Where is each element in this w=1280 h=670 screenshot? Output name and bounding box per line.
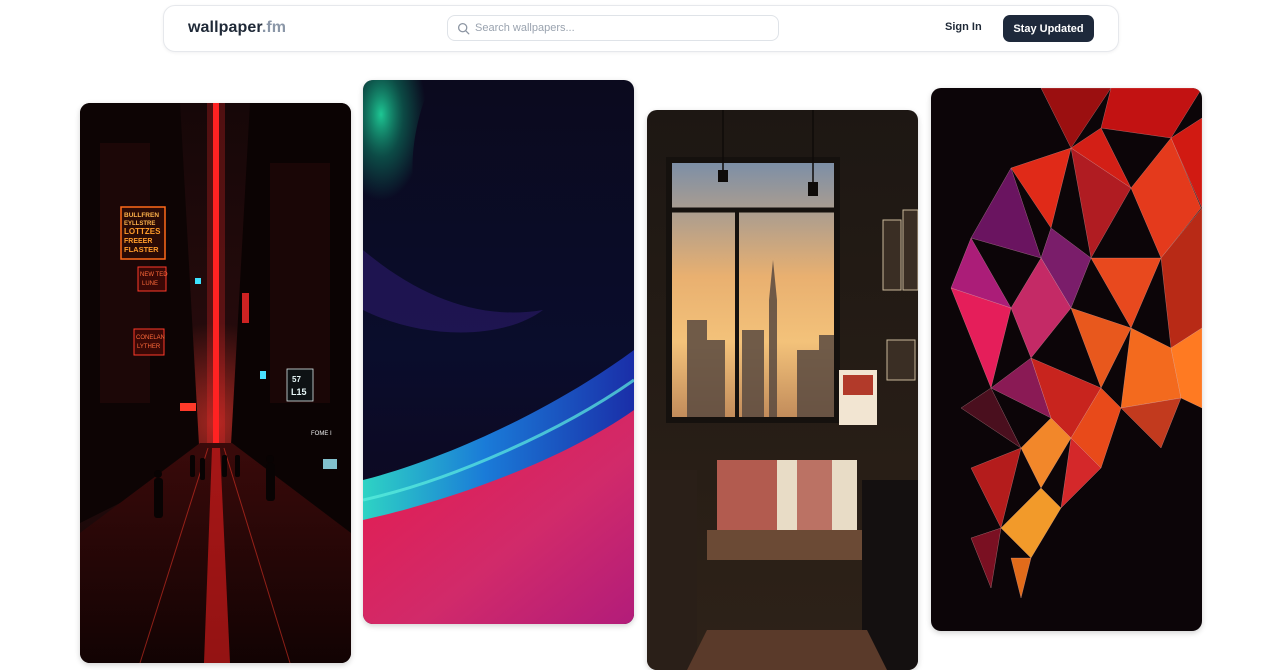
neon-sign-text: LYTHER — [137, 344, 161, 350]
search-placeholder: Search wallpapers... — [475, 22, 575, 34]
neon-sign-text: BULLFREN — [124, 212, 159, 219]
wallpaper-image-low-poly — [931, 88, 1202, 631]
wallpaper-card-aurora[interactable] — [363, 80, 634, 624]
wallpaper-card-city-loft[interactable] — [647, 110, 918, 670]
wallpaper-card-low-poly[interactable] — [931, 88, 1202, 631]
stay-updated-button[interactable]: Stay Updated — [1003, 15, 1094, 42]
wallpaper-image-city-loft — [647, 110, 918, 670]
neon-sign-text: FLASTER — [124, 245, 159, 254]
neon-sign-text: 57 — [292, 375, 301, 384]
brand-logo[interactable]: wallpaper.fm — [188, 19, 286, 37]
neon-sign-text: FOME I — [311, 431, 332, 437]
brand-suffix: .fm — [261, 19, 287, 36]
neon-sign-text: CONELAN — [136, 335, 165, 341]
neon-sign-text: NEW TED — [140, 272, 168, 278]
neon-sign-text: LUNE — [142, 281, 158, 287]
search-input[interactable]: Search wallpapers... — [447, 15, 779, 41]
brand-name: wallpaper — [188, 19, 262, 36]
wallpaper-image-cyberpunk: BULLFREN EYLLSTRE LOTTZES FREEER FLASTER… — [80, 103, 351, 663]
sign-in-link[interactable]: Sign In — [945, 21, 982, 33]
top-navbar: wallpaper.fm Search wallpapers... Sign I… — [163, 5, 1119, 52]
neon-sign-text: L15 — [291, 387, 307, 397]
neon-sign-text: LOTTZES — [124, 227, 161, 236]
search-icon — [457, 22, 470, 35]
wallpaper-card-cyberpunk[interactable]: BULLFREN EYLLSTRE LOTTZES FREEER FLASTER… — [80, 103, 351, 663]
neon-sign-text: FREEER — [124, 238, 152, 245]
wallpaper-image-aurora — [363, 80, 634, 624]
